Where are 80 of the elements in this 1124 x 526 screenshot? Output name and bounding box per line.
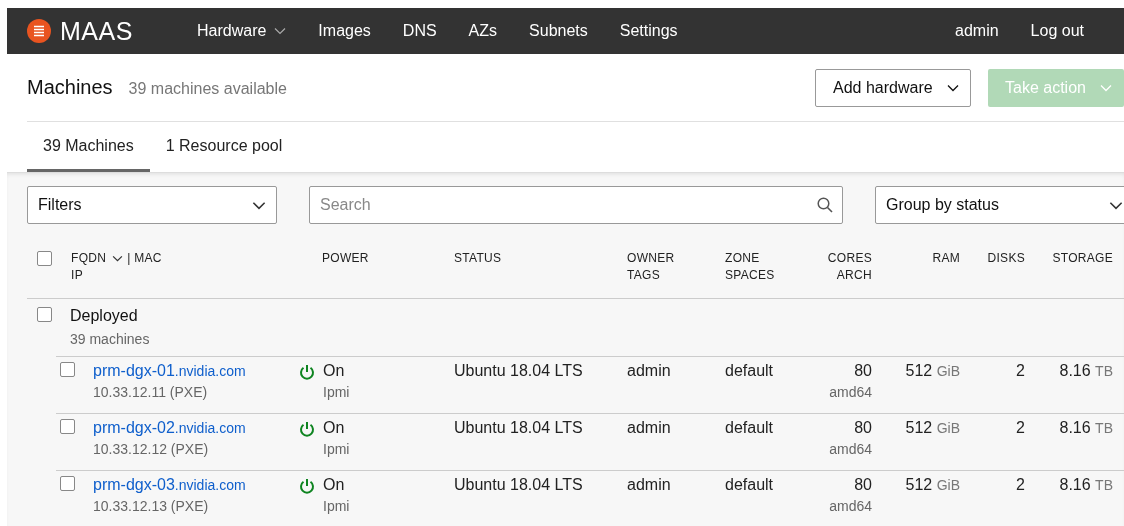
sort-icon[interactable] — [112, 255, 124, 262]
page-title: Machines — [27, 76, 113, 99]
arch-text: amd64 — [829, 498, 872, 514]
group-count: 39 machines — [70, 331, 150, 347]
arch-text: amd64 — [829, 384, 872, 400]
storage-size: 8.16 TB — [1059, 476, 1113, 494]
column-header[interactable]: FQDN — [71, 251, 107, 265]
column-header: POWER — [322, 251, 369, 265]
group-by-select[interactable]: Group by status — [875, 186, 1124, 224]
power-type: Ipmi — [323, 384, 350, 400]
storage-size: 8.16 TB — [1059, 419, 1113, 437]
arch-text: amd64 — [829, 441, 872, 457]
zone-text: default — [725, 476, 774, 494]
power-state: On — [323, 476, 346, 494]
group-name: Deployed — [70, 307, 139, 325]
zone-text: default — [725, 362, 774, 380]
column-header: STATUS — [454, 251, 502, 265]
ip-address: 10.33.12.13 (PXE) — [93, 498, 209, 514]
column-header: TAGS — [627, 268, 660, 282]
owner-text: admin — [627, 476, 671, 494]
checkbox[interactable] — [60, 476, 75, 491]
column-header: ZONE — [725, 251, 760, 265]
column-header: ARCH — [836, 268, 872, 282]
power-state: On — [323, 419, 346, 437]
power-type: Ipmi — [323, 441, 350, 457]
caret-icon — [1099, 83, 1112, 92]
machine-link[interactable]: prm-dgx-02.nvidia.com — [93, 419, 246, 437]
column-header[interactable]: | MAC — [127, 251, 162, 265]
column-header: RAM — [932, 251, 960, 265]
status-text: Ubuntu 18.04 LTS — [454, 362, 583, 380]
filters-select[interactable]: Filters — [27, 186, 277, 224]
ram-size: 512 GiB — [905, 419, 960, 437]
column-header[interactable]: IP — [71, 268, 83, 282]
owner-text: admin — [627, 362, 671, 380]
search-icon — [817, 197, 833, 213]
logout-link[interactable]: Log out — [1030, 22, 1084, 40]
ip-address: 10.33.12.12 (PXE) — [93, 441, 209, 457]
caret-icon — [946, 83, 959, 92]
machine-count: 39 machines available — [128, 80, 287, 98]
status-text: Ubuntu 18.04 LTS — [454, 476, 583, 494]
checkbox[interactable] — [60, 362, 75, 377]
nav-link[interactable]: Hardware — [197, 22, 287, 40]
search-field[interactable]: Search — [309, 186, 843, 224]
nav-link[interactable]: Settings — [619, 22, 678, 40]
storage-size: 8.16 TB — [1059, 362, 1113, 380]
nav-link[interactable]: AZs — [468, 22, 498, 40]
machine-link[interactable]: prm-dgx-01.nvidia.com — [93, 362, 246, 380]
disk-count: 2 — [1016, 362, 1025, 380]
checkbox[interactable] — [60, 419, 75, 434]
machine-link[interactable]: prm-dgx-03.nvidia.com — [93, 476, 246, 494]
user-link[interactable]: admin — [955, 22, 999, 40]
column-header: SPACES — [725, 268, 775, 282]
column-header: CORES — [827, 251, 872, 265]
ram-size: 512 GiB — [905, 476, 960, 494]
nav-link[interactable]: Subnets — [529, 22, 588, 40]
cores-count: 80 — [854, 419, 872, 437]
caret-icon — [1109, 200, 1123, 210]
app-name: MAAS — [60, 16, 133, 46]
status-text: Ubuntu 18.04 LTS — [454, 419, 583, 437]
zone-text: default — [725, 419, 774, 437]
column-header: OWNER — [627, 251, 675, 265]
nav-link[interactable]: DNS — [402, 22, 437, 40]
tab[interactable]: 1 Resource pool — [149, 122, 299, 172]
caret-icon — [252, 200, 266, 210]
power-state: On — [323, 362, 346, 380]
power-type: Ipmi — [323, 498, 350, 514]
column-header: DISKS — [987, 251, 1025, 265]
owner-text: admin — [627, 419, 671, 437]
add-hardware-button[interactable]: Add hardware — [815, 68, 971, 107]
column-header: STORAGE — [1052, 251, 1113, 265]
cores-count: 80 — [854, 362, 872, 380]
nav-link[interactable]: Images — [318, 22, 371, 40]
disk-count: 2 — [1016, 476, 1025, 494]
logo-icon — [27, 19, 51, 43]
checkbox[interactable] — [37, 307, 52, 322]
ram-size: 512 GiB — [905, 362, 960, 380]
ip-address: 10.33.12.11 (PXE) — [93, 384, 208, 400]
disk-count: 2 — [1016, 419, 1025, 437]
cores-count: 80 — [854, 476, 872, 494]
checkbox[interactable] — [37, 251, 52, 266]
